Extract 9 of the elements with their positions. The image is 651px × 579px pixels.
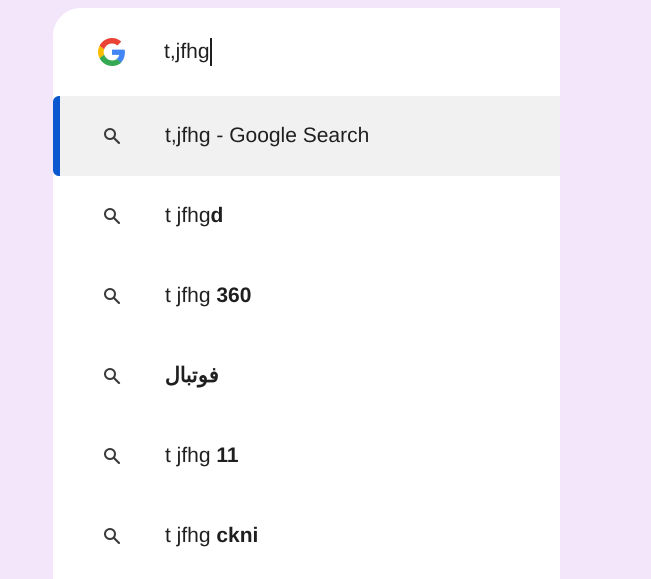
search-icon (103, 127, 121, 145)
search-icon (103, 287, 121, 305)
search-icon (103, 527, 121, 545)
search-field[interactable]: t,jfhg (164, 36, 212, 68)
search-icon (103, 447, 121, 465)
google-logo-icon (98, 38, 126, 66)
search-icon (103, 367, 121, 385)
search-icon (103, 207, 121, 225)
suggestion-item[interactable]: t,jfhg - Google Search (53, 96, 560, 176)
